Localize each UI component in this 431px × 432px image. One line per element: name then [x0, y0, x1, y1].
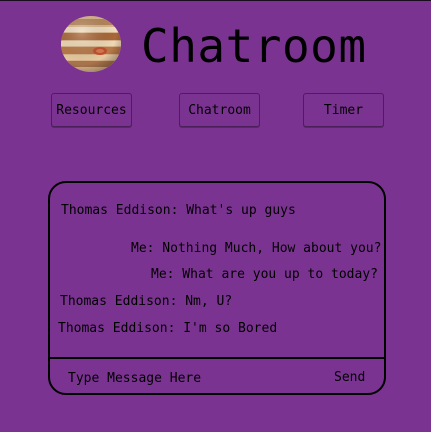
chat-message: Thomas Eddison: What's up guys	[61, 203, 296, 218]
page-title: Chatroom	[141, 19, 367, 73]
send-button[interactable]: Send	[334, 370, 365, 386]
timer-button[interactable]: Timer	[303, 93, 384, 127]
chat-message: Thomas Eddison: I'm so Bored	[58, 321, 278, 336]
chat-message: Me: Nothing Much, How about you?	[131, 241, 382, 256]
input-divider	[50, 357, 384, 359]
chatroom-button[interactable]: Chatroom	[179, 93, 260, 127]
message-input[interactable]	[68, 367, 318, 389]
resources-button[interactable]: Resources	[51, 93, 132, 127]
top-border	[0, 0, 431, 1]
chat-message: Thomas Eddison: Nm, U?	[60, 294, 233, 309]
jupiter-planet-icon	[61, 16, 121, 72]
chat-message: Me: What are you up to today?	[151, 267, 378, 282]
chat-panel: Thomas Eddison: What's up guys Me: Nothi…	[48, 181, 386, 395]
